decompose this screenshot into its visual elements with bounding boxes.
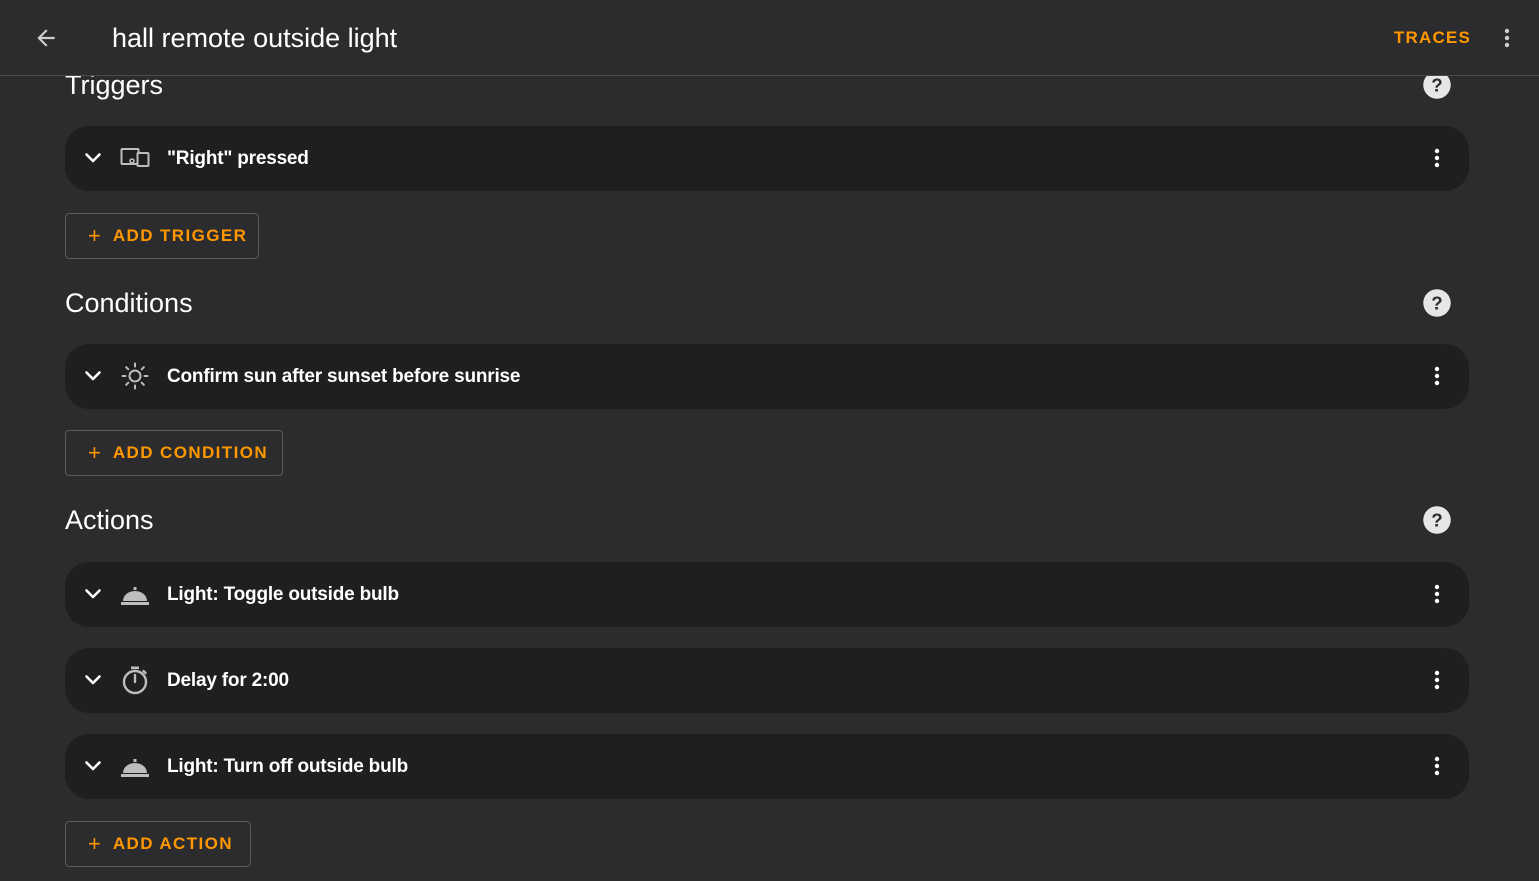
condition-label: Confirm sun after sunset before sunrise — [167, 366, 521, 387]
add-condition-button[interactable]: + ADD CONDITION — [65, 430, 283, 476]
device-icon — [119, 142, 151, 174]
add-trigger-button[interactable]: + ADD TRIGGER — [65, 213, 259, 259]
dots-vertical-icon — [1434, 366, 1440, 386]
chevron-down-icon — [85, 589, 101, 599]
svg-text:?: ? — [1431, 292, 1442, 313]
row-menu-button[interactable] — [1421, 664, 1453, 696]
conditions-heading: Conditions — [65, 288, 193, 318]
timer-icon — [119, 664, 151, 696]
row-menu-button[interactable] — [1421, 142, 1453, 174]
expand-button[interactable] — [79, 752, 107, 780]
row-menu-button[interactable] — [1421, 750, 1453, 782]
action-label: Delay for 2:00 — [167, 670, 289, 691]
action-row[interactable]: Delay for 2:00 — [65, 648, 1469, 713]
svg-text:?: ? — [1431, 74, 1442, 95]
room-service-bell-icon — [119, 750, 151, 782]
actions-heading: Actions — [65, 505, 154, 535]
svg-text:?: ? — [1431, 509, 1442, 530]
trigger-row[interactable]: "Right" pressed — [65, 126, 1469, 191]
expand-button[interactable] — [79, 666, 107, 694]
action-row[interactable]: Light: Turn off outside bulb — [65, 734, 1469, 799]
plus-icon: + — [88, 223, 101, 248]
traces-button[interactable]: TRACES — [1394, 24, 1471, 52]
help-circle-icon[interactable]: ? — [1422, 505, 1452, 535]
dots-vertical-icon — [1434, 148, 1440, 168]
chevron-down-icon — [85, 371, 101, 381]
dots-vertical-icon — [1504, 28, 1510, 48]
page-title: hall remote outside light — [112, 23, 398, 53]
condition-row[interactable]: Confirm sun after sunset before sunrise — [65, 344, 1469, 409]
expand-button[interactable] — [79, 362, 107, 390]
chevron-down-icon — [85, 761, 101, 771]
chevron-down-icon — [85, 675, 101, 685]
room-service-bell-icon — [119, 578, 151, 610]
dots-vertical-icon — [1434, 670, 1440, 690]
chevron-down-icon — [85, 153, 101, 163]
back-button[interactable] — [26, 18, 66, 58]
row-menu-button[interactable] — [1421, 578, 1453, 610]
action-label: Light: Toggle outside bulb — [167, 584, 399, 605]
top-app-bar: hall remote outside light TRACES — [0, 0, 1539, 76]
arrow-left-icon — [37, 29, 55, 47]
action-row[interactable]: Light: Toggle outside bulb — [65, 562, 1469, 627]
dots-vertical-icon — [1434, 756, 1440, 776]
expand-button[interactable] — [79, 580, 107, 608]
dots-vertical-icon — [1434, 584, 1440, 604]
plus-icon: + — [88, 831, 101, 856]
help-circle-icon[interactable]: ? — [1422, 288, 1452, 318]
overflow-menu-button[interactable] — [1487, 18, 1527, 58]
sun-icon — [119, 360, 151, 392]
trigger-label: "Right" pressed — [167, 148, 309, 169]
plus-icon: + — [88, 440, 101, 465]
expand-button[interactable] — [79, 144, 107, 172]
action-label: Light: Turn off outside bulb — [167, 756, 408, 777]
add-action-button[interactable]: + ADD ACTION — [65, 821, 251, 867]
row-menu-button[interactable] — [1421, 360, 1453, 392]
